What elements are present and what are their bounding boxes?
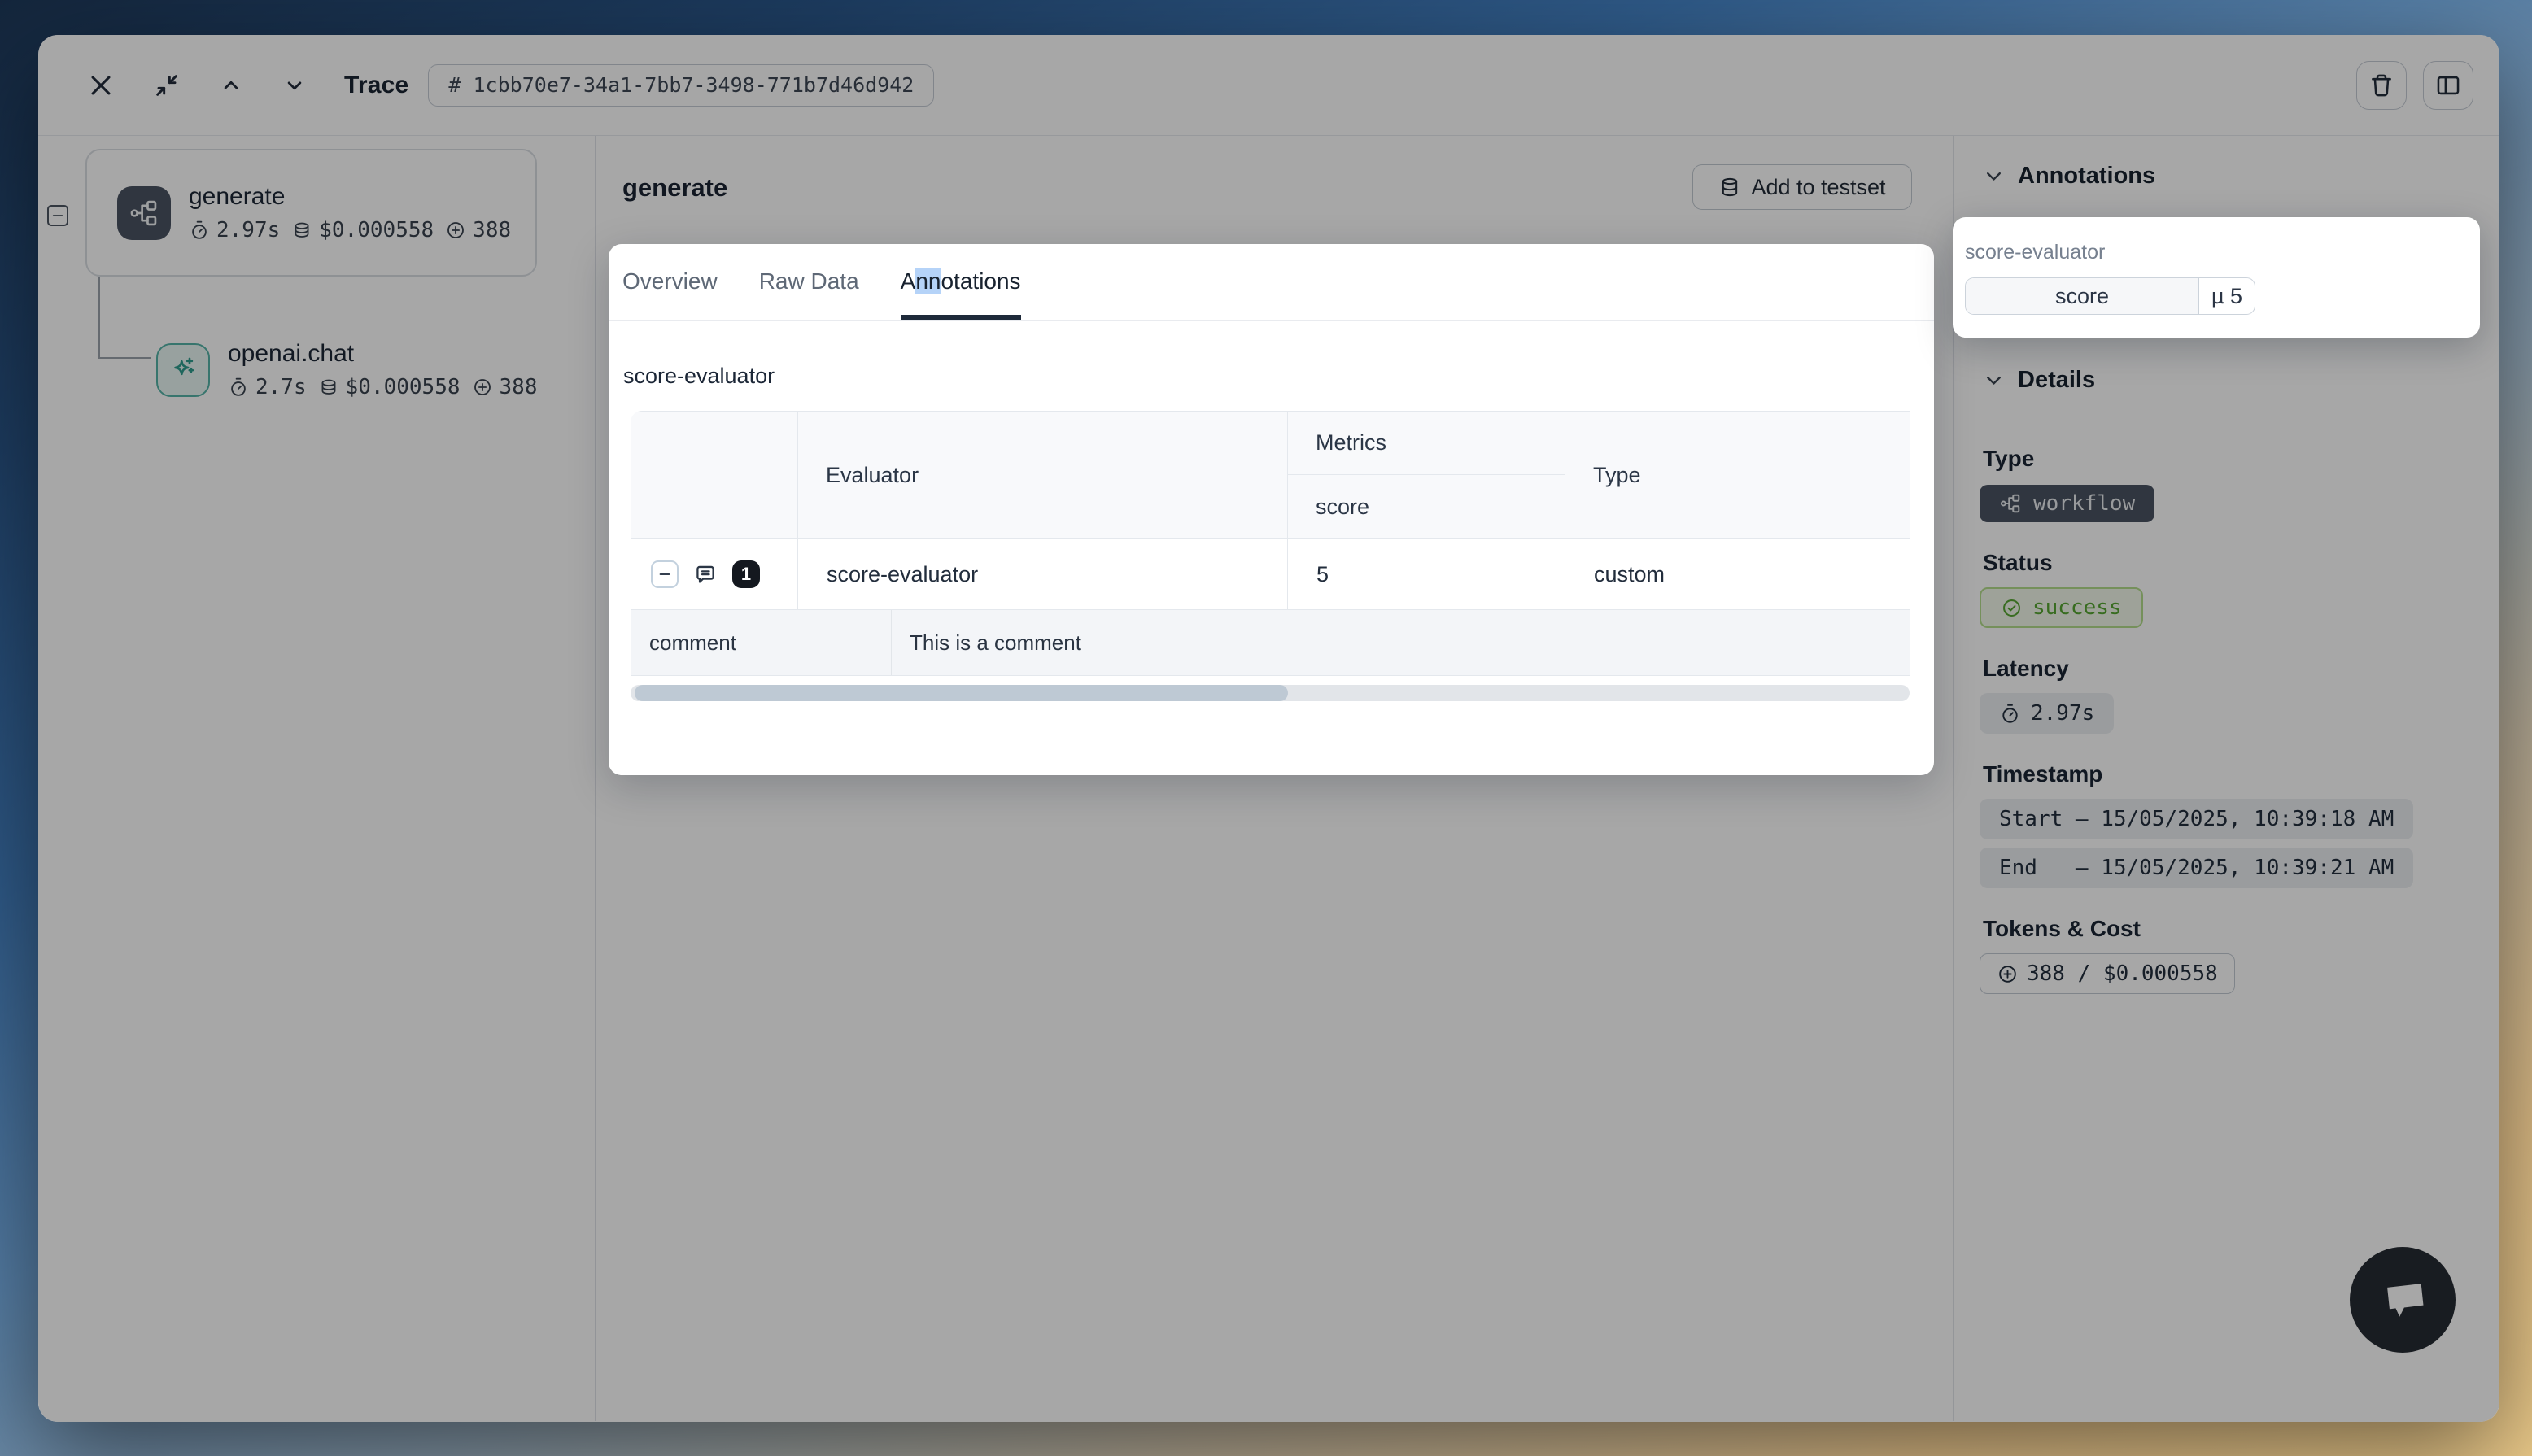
tab-bar: Overview Raw Data Annotations: [609, 244, 1934, 321]
metric-mean-value: µ 5: [2199, 278, 2255, 314]
comment-label: comment: [631, 610, 892, 675]
comment-row: comment This is a comment: [631, 610, 1910, 676]
annotation-evaluator-label: score-evaluator: [1965, 241, 2105, 264]
minus-icon: [657, 566, 673, 582]
collapse-row-button[interactable]: [651, 560, 679, 588]
column-header-actions: [631, 412, 798, 539]
trace-viewer-window: Trace # 1cbb70e7-34a1-7bb7-3498-771b7d46…: [38, 35, 2499, 1422]
comment-count-badge[interactable]: 1: [732, 560, 760, 588]
cell-score: 5: [1288, 539, 1565, 610]
scrollbar-thumb[interactable]: [635, 685, 1288, 701]
column-header-type: Type: [1565, 412, 1910, 539]
tab-annotations-text: otations: [941, 268, 1020, 294]
tab-raw-data[interactable]: Raw Data: [759, 244, 859, 320]
column-header-evaluator: Evaluator: [798, 412, 1288, 539]
annotation-summary-card: score-evaluator score µ 5: [1953, 217, 2480, 338]
metric-name: score: [1966, 278, 2199, 314]
annotations-modal-card: Overview Raw Data Annotations score-eval…: [609, 244, 1934, 775]
table-row: 1 score-evaluator 5 custom: [631, 539, 1910, 610]
column-header-metrics: Metrics: [1288, 412, 1565, 475]
cell-evaluator: score-evaluator: [798, 539, 1288, 610]
column-subheader-score: score: [1288, 475, 1565, 539]
annotation-score-chip[interactable]: score µ 5: [1965, 277, 2255, 315]
tab-overview[interactable]: Overview: [622, 244, 718, 320]
tab-annotations-text: A: [901, 268, 916, 294]
evaluator-section-title: score-evaluator: [623, 364, 775, 389]
cell-type: custom: [1565, 539, 1910, 610]
comment-value: This is a comment: [892, 610, 1910, 675]
horizontal-scrollbar[interactable]: [631, 685, 1910, 701]
annotations-tab-body: score-evaluator Evaluator Metrics Type: [609, 321, 1934, 775]
evaluator-table: Evaluator Metrics Type score: [631, 411, 1910, 679]
tab-annotations[interactable]: Annotations: [901, 244, 1021, 320]
comment-icon[interactable]: [692, 561, 718, 587]
tab-annotations-selected-text: nn: [915, 268, 941, 294]
